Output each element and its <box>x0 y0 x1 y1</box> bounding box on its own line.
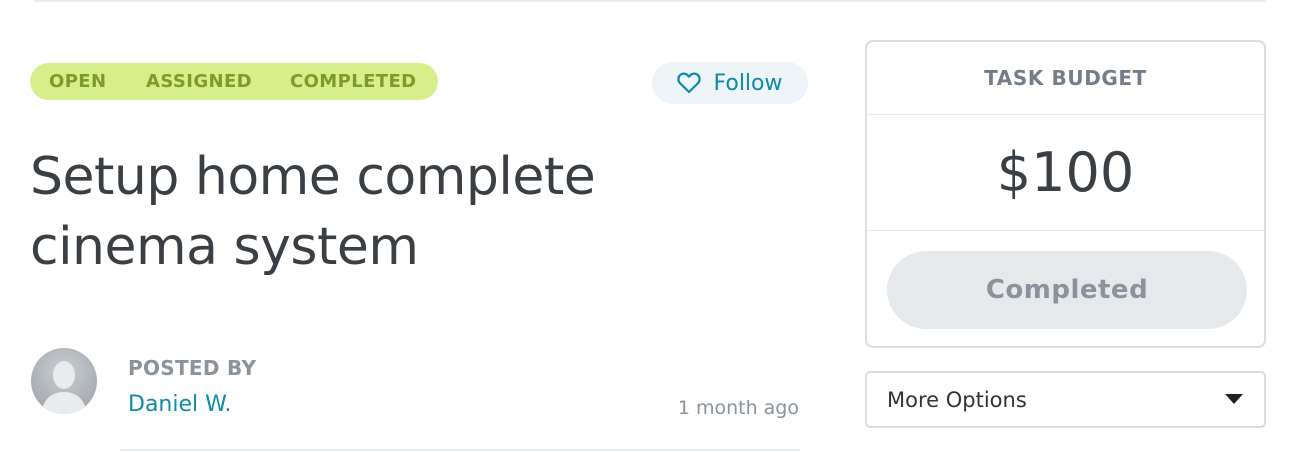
task-page: OPEN ASSIGNED COMPLETED Follow Setup hom… <box>0 0 1300 452</box>
task-budget-label: TASK BUDGET <box>867 42 1264 115</box>
more-options-label: More Options <box>887 387 1027 412</box>
status-step-completed: COMPLETED <box>290 71 417 92</box>
top-divider <box>34 0 1266 2</box>
task-budget-card: TASK BUDGET $100 Completed <box>865 40 1266 348</box>
poster-name-link[interactable]: Daniel W. <box>128 392 231 417</box>
more-options-dropdown[interactable]: More Options <box>865 371 1266 428</box>
posted-time: 1 month ago <box>677 397 799 419</box>
follow-button[interactable]: Follow <box>652 62 808 104</box>
completed-status-button[interactable]: Completed <box>887 251 1247 329</box>
task-budget-amount: $100 <box>867 114 1264 231</box>
task-status-tracker: OPEN ASSIGNED COMPLETED <box>30 63 438 100</box>
default-avatar-icon <box>41 361 87 414</box>
status-step-assigned: ASSIGNED <box>146 71 253 92</box>
heart-icon <box>677 72 702 94</box>
follow-label: Follow <box>713 70 783 96</box>
status-step-open: OPEN <box>49 71 107 92</box>
posted-by-label: POSTED BY <box>128 356 257 380</box>
caret-down-icon <box>1224 390 1244 409</box>
poster-avatar[interactable] <box>31 348 97 414</box>
task-title: Setup home complete cinema system <box>30 147 596 277</box>
poster-divider <box>120 449 800 451</box>
